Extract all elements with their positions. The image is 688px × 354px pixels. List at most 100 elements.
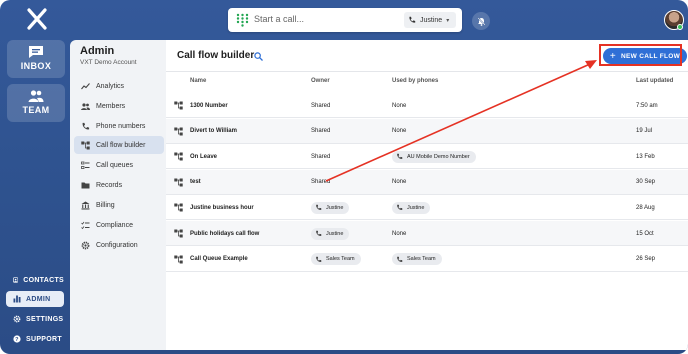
table-row[interactable]: 1300 Number Shared None 7:50 am xyxy=(166,93,688,118)
owner-cell: Justine xyxy=(311,221,350,246)
used-by-text: None xyxy=(392,230,407,237)
table-row[interactable]: Divert to William Shared None 19 Jul xyxy=(166,118,688,144)
sidebar-item-label: Members xyxy=(96,102,126,110)
used-by-cell: None xyxy=(392,93,406,118)
phone-icon xyxy=(397,153,403,160)
used-by-chip: Justine xyxy=(392,201,431,214)
svg-text:?: ? xyxy=(15,337,19,343)
vxt-logo[interactable] xyxy=(26,8,48,30)
phone-icon xyxy=(409,16,416,23)
last-updated-cell: 15 Oct xyxy=(636,230,654,237)
phone-icon xyxy=(82,122,90,130)
caller-id-label: Justine xyxy=(420,16,443,24)
owner-cell: Sales Team xyxy=(311,247,361,272)
phone-icon xyxy=(316,205,322,211)
team-button[interactable]: TEAM xyxy=(7,84,65,122)
analytics-icon xyxy=(81,82,90,89)
caller-id-select[interactable]: Justine ▾ xyxy=(404,12,456,28)
team-icon xyxy=(28,90,44,102)
sidebar-item-records[interactable]: Records xyxy=(74,176,164,194)
sidebar-item-analytics[interactable]: Analytics xyxy=(74,77,164,95)
flow-name[interactable]: Divert to William xyxy=(190,119,237,144)
used-by-chip: Sales Team xyxy=(392,253,442,266)
sidebar-item-phone-numbers[interactable]: Phone numbers xyxy=(74,117,164,135)
table-row[interactable]: test Shared None 30 Sep xyxy=(166,169,688,195)
call-flow-icon xyxy=(174,101,183,110)
call-flow-icon xyxy=(174,152,183,161)
account-name: VXT Demo Account xyxy=(80,59,137,66)
team-label: TEAM xyxy=(22,105,50,115)
annotation-highlight-box xyxy=(599,44,682,66)
rail-settings[interactable]: SETTINGS xyxy=(6,311,64,327)
table-row[interactable]: On Leave Shared AU Mobile Demo Number 13 Fe… xyxy=(166,144,688,170)
sidebar-item-compliance[interactable]: Compliance xyxy=(74,216,164,234)
sidebar-item-members[interactable]: Members xyxy=(74,97,164,115)
used-by-chip-label: AU Mobile Demo Number xyxy=(407,153,470,160)
online-status-dot xyxy=(677,24,683,30)
sidebar-item-label: Billing xyxy=(96,201,115,209)
flow-name[interactable]: Public holidays call flow xyxy=(190,221,259,246)
call-flow-panel: Call flow builder + NEW CALL FLOW Name O… xyxy=(166,40,688,350)
used-by-cell: Justine xyxy=(392,195,431,220)
used-by-text: None xyxy=(392,102,407,109)
column-header-used-by[interactable]: Used by phones xyxy=(392,78,438,84)
inbox-button[interactable]: INBOX xyxy=(7,40,65,78)
last-updated-cell: 28 Aug xyxy=(636,204,655,211)
used-by-text: None xyxy=(392,179,407,186)
last-updated-cell: 26 Sep xyxy=(636,256,656,263)
gear-icon xyxy=(13,315,21,323)
sidebar-item-billing[interactable]: Billing xyxy=(74,196,164,214)
phone-icon xyxy=(316,256,322,262)
members-icon xyxy=(81,102,90,110)
bell-off-icon xyxy=(477,17,485,26)
owner-chip: Justine xyxy=(311,201,350,214)
call-flow-icon xyxy=(174,203,183,212)
used-by-text: None xyxy=(392,128,407,135)
sidebar-item-label: Configuration xyxy=(96,241,138,249)
rail-support-label: SUPPORT xyxy=(26,335,62,343)
start-call-input[interactable]: Start a call... xyxy=(254,14,304,24)
owner-text: Shared xyxy=(311,179,331,186)
flow-name[interactable]: test xyxy=(190,170,201,195)
page-title: Call flow builder xyxy=(177,50,255,61)
column-header-owner[interactable]: Owner xyxy=(311,78,330,84)
sidebar-item-call-queues[interactable]: Call queues xyxy=(74,156,164,174)
gear-icon xyxy=(81,241,90,249)
rail-admin-label: ADMIN xyxy=(26,295,51,303)
sidebar-item-call-flow-builder[interactable]: Call flow builder xyxy=(74,136,164,154)
table-row[interactable]: Justine business hour Justine Justine 28 Au… xyxy=(166,195,688,221)
table-row[interactable]: Call Queue Example Sales Team Sales Team 26… xyxy=(166,247,688,272)
flow-name[interactable]: On Leave xyxy=(190,144,217,169)
rail-contacts-label: CONTACTS xyxy=(23,276,64,284)
flow-name[interactable]: 1300 Number xyxy=(190,93,228,118)
sidebar-item-label: Call flow builder xyxy=(96,141,146,149)
rail-contacts[interactable]: CONTACTS xyxy=(6,272,64,288)
inbox-label: INBOX xyxy=(20,61,52,71)
last-updated-cell: 13 Feb xyxy=(636,153,655,160)
owner-cell: Shared xyxy=(311,93,330,118)
rail-support[interactable]: ? SUPPORT xyxy=(6,331,64,347)
sidebar-item-label: Call queues xyxy=(96,161,133,169)
phone-icon xyxy=(397,205,403,211)
used-by-cell: Sales Team xyxy=(392,247,442,272)
used-by-chip-label: Sales Team xyxy=(407,256,436,263)
column-header-name[interactable]: Name xyxy=(190,78,206,84)
owner-text: Shared xyxy=(311,102,331,109)
flow-name[interactable]: Call Queue Example xyxy=(190,247,248,272)
owner-chip-label: Sales Team xyxy=(326,256,355,263)
flow-name[interactable]: Justine business hour xyxy=(190,195,254,220)
bar-chart-icon xyxy=(13,295,21,303)
column-header-last-updated[interactable]: Last updated xyxy=(636,78,673,84)
notifications-button[interactable] xyxy=(472,12,490,30)
owner-cell: Justine xyxy=(311,195,350,220)
search-icon[interactable] xyxy=(254,52,263,61)
start-call-bar[interactable]: Start a call... Justine ▾ xyxy=(228,8,462,32)
owner-text: Shared xyxy=(311,153,331,160)
owner-chip: Justine xyxy=(311,227,350,240)
last-updated-cell: 19 Jul xyxy=(636,128,653,135)
used-by-cell: None xyxy=(392,170,406,195)
table-row[interactable]: Public holidays call flow Justine None 15 O… xyxy=(166,221,688,246)
sidebar-item-configuration[interactable]: Configuration xyxy=(74,236,164,254)
bank-icon xyxy=(81,201,90,209)
rail-admin[interactable]: ADMIN xyxy=(6,291,64,307)
